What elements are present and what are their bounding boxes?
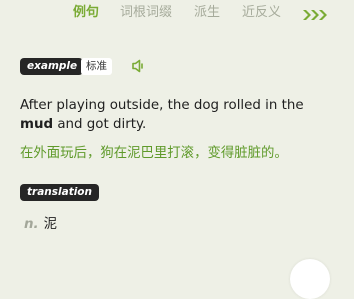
tab-derivatives[interactable]: 派生: [194, 5, 220, 21]
meaning: 泥: [43, 217, 58, 232]
example-sentence: After playing outside, the dog rolled in…: [20, 97, 340, 134]
triple-chevron-right-icon[interactable]: [302, 6, 328, 20]
tab-examples[interactable]: 例句: [73, 5, 99, 21]
tab-synonyms-antonyms[interactable]: 近反义: [242, 5, 281, 21]
definition: n. 泥: [24, 216, 57, 234]
sentence-before: After playing outside, the dog rolled in…: [20, 98, 304, 113]
tab-bar: 例句 词根词缀 派生 近反义: [0, 0, 354, 28]
speaker-icon[interactable]: [130, 58, 146, 74]
translation-badge: translation: [20, 184, 99, 201]
example-translation: 在外面玩后，狗在泥巴里打滚，变得脏脏的。: [20, 146, 288, 161]
floating-action-button[interactable]: [290, 259, 330, 299]
part-of-speech: n.: [24, 217, 39, 232]
tab-roots-affixes[interactable]: 词根词缀: [120, 5, 172, 21]
sentence-after: and got dirty.: [53, 116, 147, 132]
keyword: mud: [20, 116, 54, 132]
standard-tag: 标准: [81, 58, 112, 75]
example-badge: example: [20, 58, 84, 75]
